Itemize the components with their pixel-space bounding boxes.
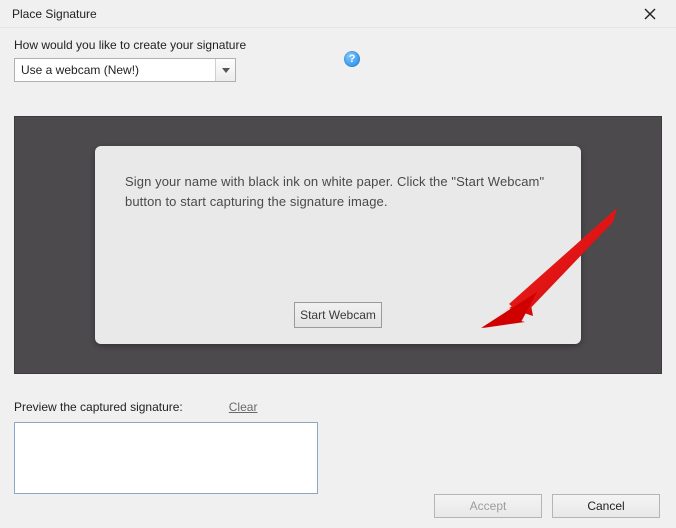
chevron-down-icon: [215, 59, 235, 81]
start-webcam-label: Start Webcam: [300, 308, 376, 322]
annotation-arrow-icon: [475, 204, 625, 334]
dialog-footer: Accept Cancel: [434, 494, 660, 518]
accept-button: Accept: [434, 494, 542, 518]
cancel-button[interactable]: Cancel: [552, 494, 660, 518]
select-value: Use a webcam (New!): [21, 63, 139, 77]
create-method-select[interactable]: Use a webcam (New!): [14, 58, 236, 82]
cancel-label: Cancel: [587, 499, 624, 513]
title-bar: Place Signature: [0, 0, 676, 28]
webcam-capture-area: Sign your name with black ink on white p…: [14, 116, 662, 374]
accept-label: Accept: [470, 499, 507, 513]
help-icon[interactable]: ?: [344, 51, 360, 67]
instruction-text: Sign your name with black ink on white p…: [125, 172, 551, 212]
start-webcam-button[interactable]: Start Webcam: [294, 302, 382, 328]
window-title: Place Signature: [12, 7, 97, 21]
close-button[interactable]: [632, 2, 668, 26]
clear-link[interactable]: Clear: [229, 400, 258, 414]
signature-preview-box: [14, 422, 318, 494]
dialog-content: How would you like to create your signat…: [0, 28, 676, 494]
preview-label: Preview the captured signature:: [14, 400, 183, 414]
close-icon: [644, 8, 656, 20]
instruction-panel: Sign your name with black ink on white p…: [95, 146, 581, 344]
create-method-label: How would you like to create your signat…: [14, 38, 246, 52]
